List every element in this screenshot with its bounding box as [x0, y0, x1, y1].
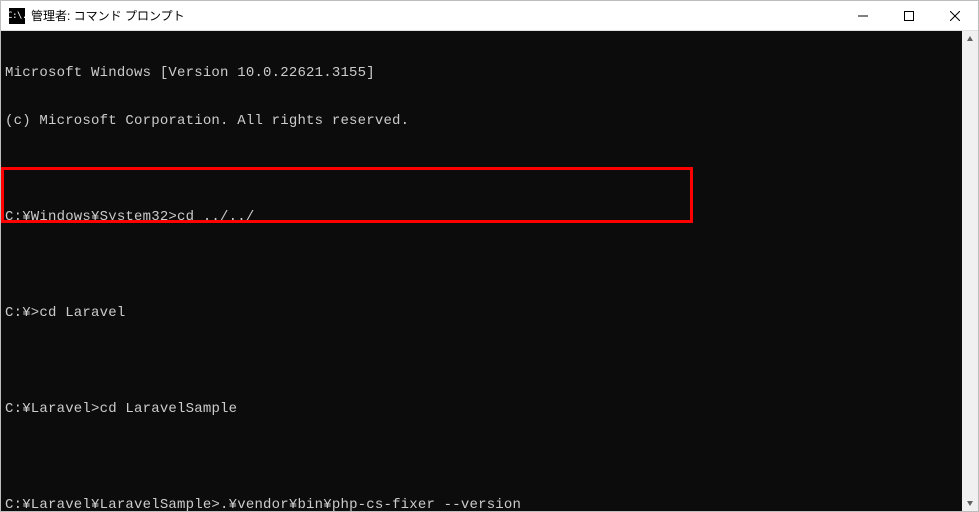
output-line: Microsoft Windows [Version 10.0.22621.31…	[5, 65, 974, 81]
command-line: C:¥>cd Laravel	[5, 305, 974, 321]
prompt: C:¥>	[5, 305, 39, 321]
command-line: C:¥Laravel>cd LaravelSample	[5, 401, 974, 417]
prompt: C:¥Laravel¥LaravelSample>	[5, 497, 220, 511]
titlebar[interactable]: C:\. 管理者: コマンド プロンプト	[1, 1, 978, 31]
command-text: cd LaravelSample	[100, 401, 238, 417]
prompt: C:¥Laravel>	[5, 401, 100, 417]
window: C:\. 管理者: コマンド プロンプト Microsoft Windows […	[0, 0, 979, 512]
command-text: .¥vendor¥bin¥php-cs-fixer --version	[220, 497, 521, 511]
scrollbar[interactable]	[962, 31, 978, 511]
scroll-track[interactable]	[962, 47, 978, 495]
blank-line	[5, 257, 974, 273]
minimize-button[interactable]	[840, 1, 886, 30]
command-line: C:¥Laravel¥LaravelSample>.¥vendor¥bin¥ph…	[5, 497, 974, 511]
scroll-up-button[interactable]	[962, 31, 978, 47]
blank-line	[5, 449, 974, 465]
terminal-area[interactable]: Microsoft Windows [Version 10.0.22621.31…	[1, 31, 978, 511]
scroll-down-button[interactable]	[962, 495, 978, 511]
blank-line	[5, 161, 974, 177]
close-button[interactable]	[932, 1, 978, 30]
window-title: 管理者: コマンド プロンプト	[31, 7, 840, 24]
cmd-icon: C:\.	[9, 8, 25, 24]
blank-line	[5, 353, 974, 369]
prompt: C:¥Windows¥System32>	[5, 209, 177, 225]
maximize-button[interactable]	[886, 1, 932, 30]
output-line: (c) Microsoft Corporation. All rights re…	[5, 113, 974, 129]
command-line: C:¥Windows¥System32>cd ../../	[5, 209, 974, 225]
command-text: cd ../../	[177, 209, 254, 225]
window-controls	[840, 1, 978, 30]
command-text: cd Laravel	[39, 305, 125, 321]
